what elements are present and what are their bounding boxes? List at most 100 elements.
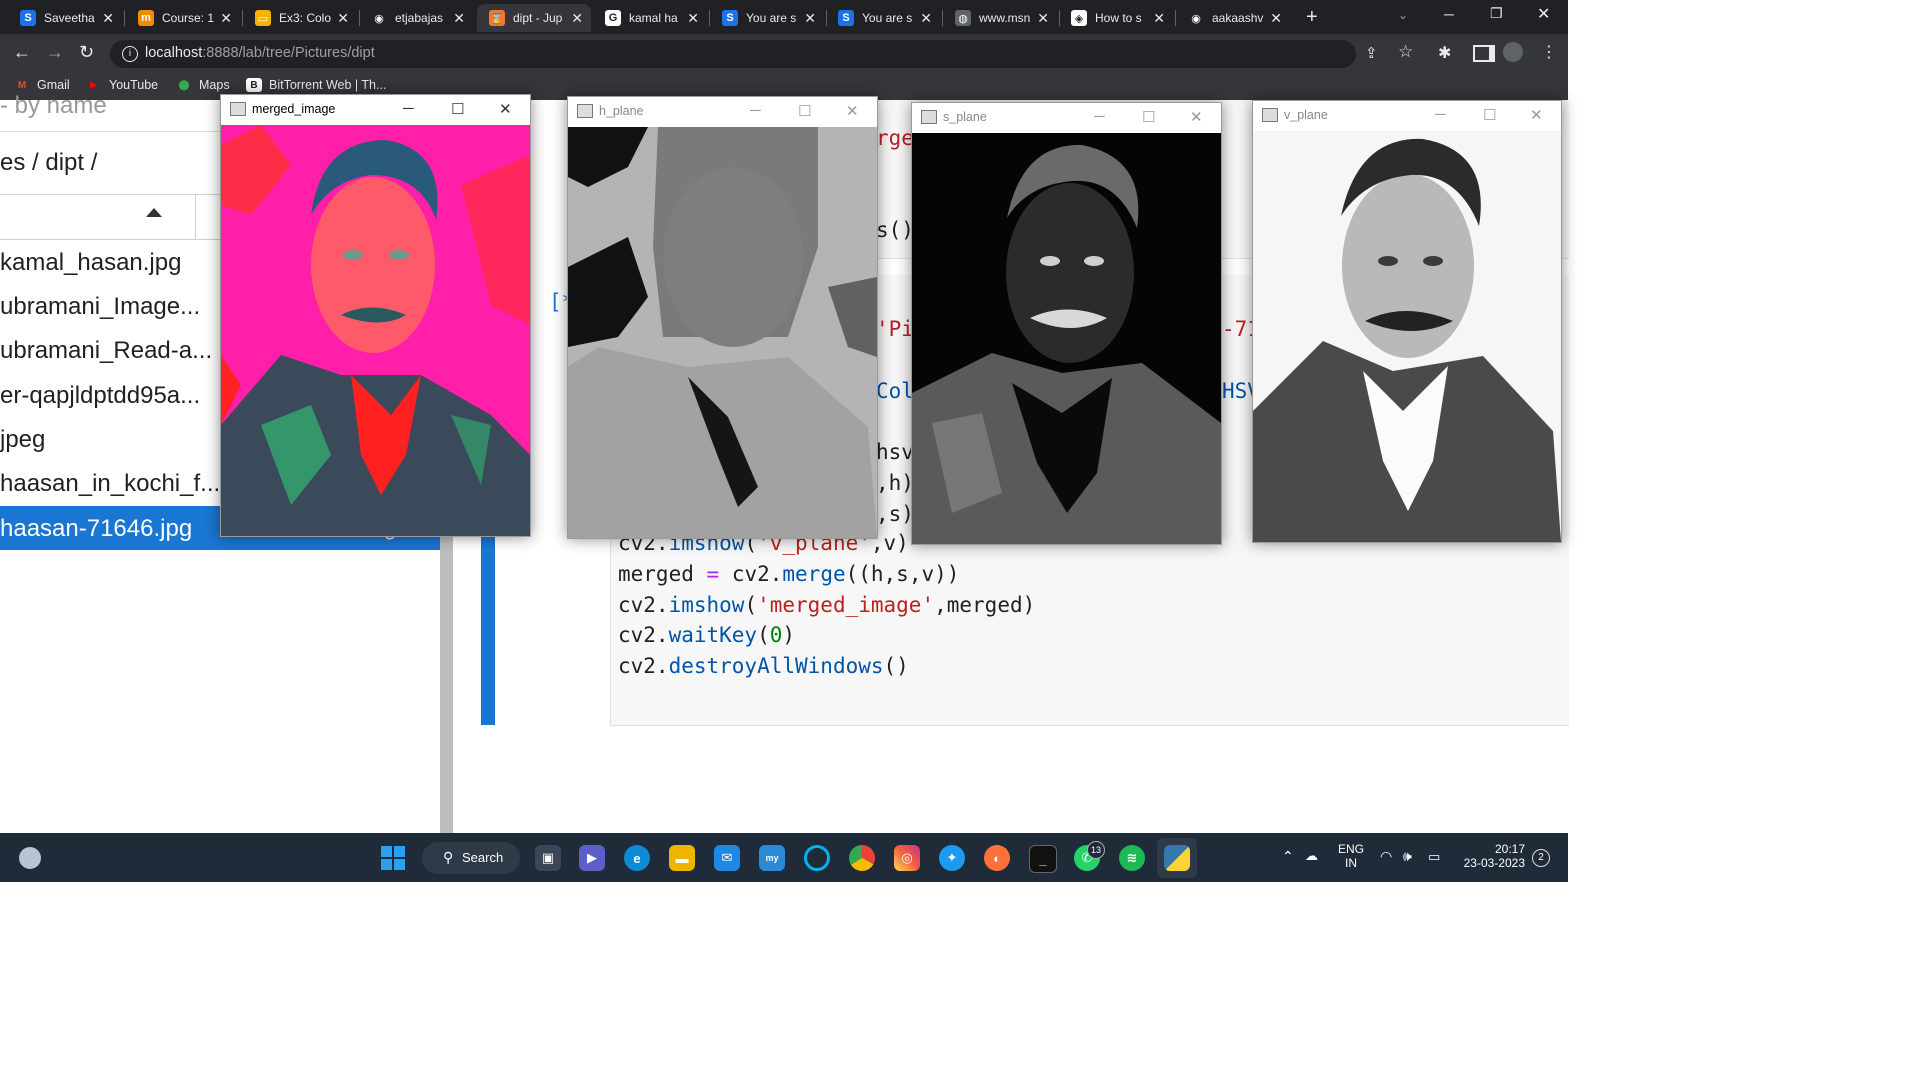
maximize-icon[interactable]: ☐ <box>1142 108 1155 126</box>
file-row[interactable]: kamal_hasan.jpg <box>0 249 181 277</box>
breadcrumb[interactable]: es / dipt / <box>0 149 97 177</box>
language-indicator[interactable]: ENG IN <box>1338 842 1364 870</box>
tab-8[interactable]: ◍ www.msn ✕ <box>943 4 1057 32</box>
code-line[interactable]: merged = cv2.merge((h,s,v)) <box>618 562 959 586</box>
battery-icon[interactable]: ▭ <box>1428 849 1440 865</box>
close-icon[interactable]: ✕ <box>1190 108 1203 126</box>
tab-search-icon[interactable]: ⌄ <box>1398 8 1408 22</box>
column-divider[interactable] <box>195 195 196 239</box>
minimize-icon[interactable]: ─ <box>1435 106 1446 123</box>
site-info-icon[interactable]: i <box>122 46 138 62</box>
volume-icon[interactable]: 🕪 <box>1403 848 1412 865</box>
clock[interactable]: 20:17 23-03-2023 <box>1460 842 1525 870</box>
maximize-icon[interactable]: ☐ <box>1483 106 1496 124</box>
tab-close-icon[interactable]: ✕ <box>102 10 114 27</box>
tab-close-icon[interactable]: ✕ <box>804 10 816 27</box>
menu-icon[interactable]: ⋮ <box>1541 42 1557 62</box>
start-button[interactable] <box>381 846 405 870</box>
bookmark-1[interactable]: ▶ YouTube <box>86 78 158 92</box>
bookmark-2[interactable]: ⬤ Maps <box>176 78 229 92</box>
code-line[interactable]: cv2.destroyAllWindows() <box>618 654 909 678</box>
spotify-icon[interactable]: ≋ <box>1119 845 1145 871</box>
bookmark-star-icon[interactable]: ☆ <box>1398 42 1413 62</box>
mail-icon[interactable]: ✉ <box>714 845 740 871</box>
file-row[interactable]: jpeg <box>0 426 45 454</box>
tab-close-icon[interactable]: ✕ <box>1037 10 1049 27</box>
maximize-icon[interactable]: ☐ <box>798 102 811 120</box>
tab-7[interactable]: S You are s ✕ <box>826 4 940 32</box>
s-plane-window[interactable]: s_plane ─ ☐ ✕ <box>911 102 1222 545</box>
restore-icon[interactable]: ❐ <box>1490 5 1503 22</box>
cortana-icon[interactable] <box>804 845 830 871</box>
tab-close-icon[interactable]: ✕ <box>220 10 232 27</box>
reload-icon[interactable]: ↻ <box>79 42 94 63</box>
notification-count[interactable]: 2 <box>1532 849 1550 867</box>
onedrive-icon[interactable]: ☁ <box>1305 848 1318 864</box>
close-icon[interactable]: ✕ <box>1530 106 1543 124</box>
code-line[interactable]: cv2.imshow('merged_image',merged) <box>618 593 1035 617</box>
window-titlebar[interactable]: h_plane <box>568 97 877 125</box>
tab-6[interactable]: S You are s ✕ <box>710 4 824 32</box>
side-panel-icon[interactable] <box>1473 45 1495 62</box>
file-explorer-icon[interactable]: ▬ <box>669 845 695 871</box>
instagram-icon[interactable]: ◎ <box>894 845 920 871</box>
file-row[interactable]: er-qapjldptdd95a... <box>0 382 200 410</box>
bookmark-0[interactable]: M Gmail <box>14 78 70 92</box>
minimize-icon[interactable]: ─ <box>1444 6 1454 22</box>
code-token: ( <box>744 592 758 617</box>
share-icon[interactable]: ⇪ <box>1365 44 1378 62</box>
back-icon[interactable]: ← <box>13 42 31 63</box>
file-row[interactable]: ubramani_Read-a... <box>0 337 212 365</box>
close-icon[interactable]: ✕ <box>499 100 512 118</box>
tab-5[interactable]: Gkamal ha ✕ <box>593 4 707 32</box>
firefox-icon[interactable]: ◐ <box>984 845 1010 871</box>
window-titlebar[interactable]: v_plane <box>1253 101 1561 129</box>
window-titlebar[interactable]: s_plane <box>912 103 1221 131</box>
tab-9[interactable]: ◈ How to s ✕ <box>1059 4 1173 32</box>
file-row[interactable]: ubramani_Image... <box>0 293 200 321</box>
tab-10[interactable]: ◉ aakaashv ✕ <box>1176 4 1290 32</box>
v-plane-window[interactable]: v_plane ─ ☐ ✕ <box>1252 100 1562 543</box>
tab-close-icon[interactable]: ✕ <box>571 10 583 27</box>
minimize-icon[interactable]: ─ <box>750 102 761 119</box>
close-icon[interactable]: ✕ <box>846 102 859 120</box>
extensions-icon[interactable]: ✱ <box>1438 43 1451 63</box>
profile-avatar[interactable] <box>1503 42 1523 62</box>
tab-2[interactable]: ▭ Ex3: Colo ✕ <box>243 4 357 32</box>
python-icon[interactable] <box>1164 845 1190 871</box>
wifi-icon[interactable]: ◠ <box>1380 848 1392 865</box>
edge-icon[interactable]: e <box>624 845 650 871</box>
tab-close-icon[interactable]: ✕ <box>1270 10 1282 27</box>
tab-1[interactable]: m Course: 1 ✕ <box>126 4 240 32</box>
minimize-icon[interactable]: ─ <box>1094 108 1105 125</box>
weather-icon[interactable] <box>19 847 41 869</box>
sort-ascending-icon[interactable] <box>146 208 162 217</box>
tab-4[interactable]: ⌛ dipt - Jup ✕ <box>477 4 591 32</box>
tab-0[interactable]: S Saveetha ✕ <box>8 4 122 32</box>
tab-close-icon[interactable]: ✕ <box>920 10 932 27</box>
task-view-icon[interactable]: ▣ <box>535 845 561 871</box>
tab-close-icon[interactable]: ✕ <box>687 10 699 27</box>
window-titlebar[interactable]: merged_image <box>221 95 530 123</box>
merged-image-window[interactable]: merged_image ─ ☐ ✕ <box>220 94 531 537</box>
teams-icon[interactable]: ▶ <box>579 845 605 871</box>
maximize-icon[interactable]: ☐ <box>451 100 464 118</box>
chrome-icon[interactable] <box>849 845 875 871</box>
chevron-up-icon[interactable]: ⌃ <box>1282 848 1294 865</box>
bookmark-3[interactable]: B BitTorrent Web | Th... <box>246 78 386 92</box>
forward-icon[interactable]: → <box>46 42 64 63</box>
terminal-icon[interactable]: _ <box>1029 845 1057 873</box>
h-plane-window[interactable]: h_plane ─ ☐ ✕ <box>567 96 878 539</box>
tab-3[interactable]: ◉ etjabajas ✕ <box>359 4 473 32</box>
twitter-icon[interactable]: ✦ <box>939 845 965 871</box>
tab-close-icon[interactable]: ✕ <box>337 10 349 27</box>
close-window-icon[interactable]: ✕ <box>1537 4 1550 24</box>
tab-close-icon[interactable]: ✕ <box>453 10 465 27</box>
url-text[interactable]: localhost:8888/lab/tree/Pictures/dipt <box>145 45 375 61</box>
store-icon[interactable]: my <box>759 845 785 871</box>
new-tab-button[interactable]: + <box>1306 6 1318 29</box>
minimize-icon[interactable]: ─ <box>403 100 414 117</box>
code-line[interactable]: cv2.waitKey(0) <box>618 623 795 647</box>
file-row[interactable]: haasan_in_kochi_f... <box>0 470 220 498</box>
tab-close-icon[interactable]: ✕ <box>1153 10 1165 27</box>
